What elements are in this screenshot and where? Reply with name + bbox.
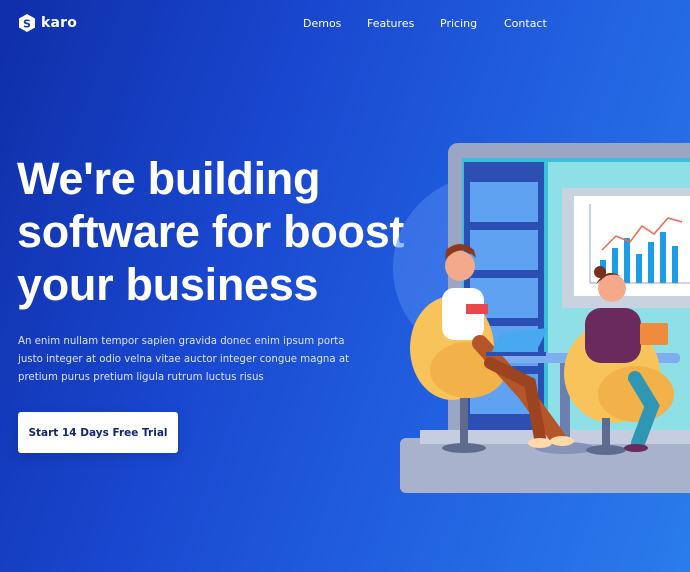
brand-logo[interactable]: S karo xyxy=(17,13,77,33)
start-free-trial-button[interactable]: Start 14 Days Free Trial xyxy=(18,412,178,453)
nav-link-contact[interactable]: Contact xyxy=(504,17,547,30)
hero-title: We're building software for boost your b… xyxy=(17,153,405,310)
nav-link-pricing[interactable]: Pricing xyxy=(440,17,477,30)
team-working-illustration xyxy=(393,143,690,493)
s-hexagon-logo-icon: S xyxy=(19,14,35,32)
brand-name: karo xyxy=(41,15,78,31)
hero-description: An enim nullam tempor sapien gravida don… xyxy=(18,336,350,383)
nav-link-features[interactable]: Features xyxy=(367,17,414,30)
svg-text:S: S xyxy=(23,17,31,30)
top-navigation: S karo Demos Features Pricing Contact xyxy=(0,0,690,50)
nav-link-demos[interactable]: Demos xyxy=(303,17,341,30)
